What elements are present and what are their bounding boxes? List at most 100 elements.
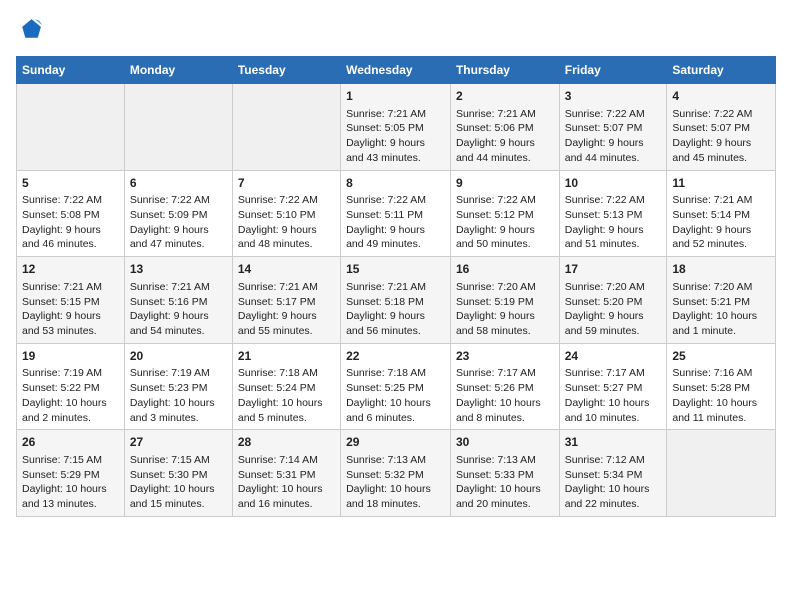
- calendar-cell: 30 Sunrise: 7:13 AM Sunset: 5:33 PM Dayli…: [450, 430, 559, 517]
- calendar-cell: [17, 84, 125, 171]
- day-number: 11: [672, 175, 770, 192]
- calendar-cell: 26 Sunrise: 7:15 AM Sunset: 5:29 PM Dayli…: [17, 430, 125, 517]
- day-info: Sunrise: 7:19 AM Sunset: 5:22 PM Dayligh…: [22, 366, 119, 425]
- calendar-cell: 27Sunrise: 7:15 AM Sunset: 5:30 PM Dayli…: [124, 430, 232, 517]
- calendar-cell: 1 Sunrise: 7:21 AM Sunset: 5:05 PM Daylig…: [341, 84, 451, 171]
- page-header: [16, 16, 776, 44]
- calendar-cell: 29 Sunrise: 7:13 AM Sunset: 5:32 PM Dayli…: [341, 430, 451, 517]
- day-number: 16: [456, 261, 554, 278]
- calendar-header-row: SundayMondayTuesdayWednesdayThursdayFrid…: [17, 57, 776, 84]
- day-number: 26: [22, 434, 119, 451]
- day-info: Sunrise: 7:20 AM Sunset: 5:21 PM Dayligh…: [672, 280, 770, 339]
- calendar-cell: 16 Sunrise: 7:20 AM Sunset: 5:19 PM Dayli…: [450, 257, 559, 344]
- day-info: Sunrise: 7:20 AM Sunset: 5:20 PM Dayligh…: [565, 280, 662, 339]
- day-info: Sunrise: 7:20 AM Sunset: 5:19 PM Dayligh…: [456, 280, 554, 339]
- calendar-week-row: 1 Sunrise: 7:21 AM Sunset: 5:05 PM Daylig…: [17, 84, 776, 171]
- logo: [16, 16, 48, 44]
- day-number: 4: [672, 88, 770, 105]
- calendar-cell: 2 Sunrise: 7:21 AM Sunset: 5:06 PM Daylig…: [450, 84, 559, 171]
- calendar-cell: 7Sunrise: 7:22 AM Sunset: 5:10 PM Daylig…: [232, 170, 340, 257]
- calendar-cell: 10Sunrise: 7:22 AM Sunset: 5:13 PM Dayli…: [559, 170, 667, 257]
- calendar-cell: 19Sunrise: 7:19 AM Sunset: 5:22 PM Dayli…: [17, 343, 125, 430]
- day-info: Sunrise: 7:21 AM Sunset: 5:16 PM Dayligh…: [130, 280, 227, 339]
- day-number: 10: [565, 175, 662, 192]
- day-number: 28: [238, 434, 335, 451]
- day-info: Sunrise: 7:17 AM Sunset: 5:27 PM Dayligh…: [565, 366, 662, 425]
- calendar-cell: 13 Sunrise: 7:21 AM Sunset: 5:16 PM Dayli…: [124, 257, 232, 344]
- day-info: Sunrise: 7:18 AM Sunset: 5:25 PM Dayligh…: [346, 366, 445, 425]
- calendar-cell: 21Sunrise: 7:18 AM Sunset: 5:24 PM Dayli…: [232, 343, 340, 430]
- day-info: Sunrise: 7:14 AM Sunset: 5:31 PM Dayligh…: [238, 453, 335, 512]
- day-number: 2: [456, 88, 554, 105]
- day-header-tuesday: Tuesday: [232, 57, 340, 84]
- day-number: 22: [346, 348, 445, 365]
- day-number: 29: [346, 434, 445, 451]
- day-number: 24: [565, 348, 662, 365]
- day-number: 3: [565, 88, 662, 105]
- calendar-week-row: 5Sunrise: 7:22 AM Sunset: 5:08 PM Daylig…: [17, 170, 776, 257]
- day-info: Sunrise: 7:21 AM Sunset: 5:05 PM Dayligh…: [346, 107, 445, 166]
- calendar-cell: 22Sunrise: 7:18 AM Sunset: 5:25 PM Dayli…: [341, 343, 451, 430]
- calendar-cell: 25Sunrise: 7:16 AM Sunset: 5:28 PM Dayli…: [667, 343, 776, 430]
- calendar-cell: 8Sunrise: 7:22 AM Sunset: 5:11 PM Daylig…: [341, 170, 451, 257]
- day-number: 23: [456, 348, 554, 365]
- day-number: 1: [346, 88, 445, 105]
- calendar-cell: 18 Sunrise: 7:20 AM Sunset: 5:21 PM Dayli…: [667, 257, 776, 344]
- day-info: Sunrise: 7:21 AM Sunset: 5:17 PM Dayligh…: [238, 280, 335, 339]
- day-number: 21: [238, 348, 335, 365]
- day-header-thursday: Thursday: [450, 57, 559, 84]
- day-info: Sunrise: 7:21 AM Sunset: 5:18 PM Dayligh…: [346, 280, 445, 339]
- calendar-week-row: 12Sunrise: 7:21 AM Sunset: 5:15 PM Dayli…: [17, 257, 776, 344]
- calendar-cell: 9Sunrise: 7:22 AM Sunset: 5:12 PM Daylig…: [450, 170, 559, 257]
- day-info: Sunrise: 7:13 AM Sunset: 5:33 PM Dayligh…: [456, 453, 554, 512]
- calendar-cell: 24Sunrise: 7:17 AM Sunset: 5:27 PM Dayli…: [559, 343, 667, 430]
- calendar-cell: [232, 84, 340, 171]
- calendar-week-row: 26 Sunrise: 7:15 AM Sunset: 5:29 PM Dayli…: [17, 430, 776, 517]
- calendar-cell: [667, 430, 776, 517]
- day-header-saturday: Saturday: [667, 57, 776, 84]
- day-number: 30: [456, 434, 554, 451]
- day-info: Sunrise: 7:21 AM Sunset: 5:06 PM Dayligh…: [456, 107, 554, 166]
- day-header-friday: Friday: [559, 57, 667, 84]
- day-number: 14: [238, 261, 335, 278]
- day-info: Sunrise: 7:22 AM Sunset: 5:07 PM Dayligh…: [565, 107, 662, 166]
- day-info: Sunrise: 7:13 AM Sunset: 5:32 PM Dayligh…: [346, 453, 445, 512]
- day-number: 7: [238, 175, 335, 192]
- day-number: 13: [130, 261, 227, 278]
- calendar-cell: 3 Sunrise: 7:22 AM Sunset: 5:07 PM Daylig…: [559, 84, 667, 171]
- day-info: Sunrise: 7:15 AM Sunset: 5:30 PM Dayligh…: [130, 453, 227, 512]
- calendar-cell: 20Sunrise: 7:19 AM Sunset: 5:23 PM Dayli…: [124, 343, 232, 430]
- day-number: 19: [22, 348, 119, 365]
- day-info: Sunrise: 7:15 AM Sunset: 5:29 PM Dayligh…: [22, 453, 119, 512]
- calendar-cell: 23Sunrise: 7:17 AM Sunset: 5:26 PM Dayli…: [450, 343, 559, 430]
- day-number: 15: [346, 261, 445, 278]
- day-header-sunday: Sunday: [17, 57, 125, 84]
- calendar-cell: 15 Sunrise: 7:21 AM Sunset: 5:18 PM Dayli…: [341, 257, 451, 344]
- day-info: Sunrise: 7:22 AM Sunset: 5:12 PM Dayligh…: [456, 193, 554, 252]
- day-number: 8: [346, 175, 445, 192]
- calendar-table: SundayMondayTuesdayWednesdayThursdayFrid…: [16, 56, 776, 517]
- calendar-cell: 28 Sunrise: 7:14 AM Sunset: 5:31 PM Dayli…: [232, 430, 340, 517]
- day-info: Sunrise: 7:22 AM Sunset: 5:11 PM Dayligh…: [346, 193, 445, 252]
- day-number: 31: [565, 434, 662, 451]
- day-number: 17: [565, 261, 662, 278]
- day-info: Sunrise: 7:17 AM Sunset: 5:26 PM Dayligh…: [456, 366, 554, 425]
- day-info: Sunrise: 7:18 AM Sunset: 5:24 PM Dayligh…: [238, 366, 335, 425]
- day-number: 9: [456, 175, 554, 192]
- day-info: Sunrise: 7:22 AM Sunset: 5:10 PM Dayligh…: [238, 193, 335, 252]
- day-info: Sunrise: 7:12 AM Sunset: 5:34 PM Dayligh…: [565, 453, 662, 512]
- day-header-monday: Monday: [124, 57, 232, 84]
- calendar-cell: 6Sunrise: 7:22 AM Sunset: 5:09 PM Daylig…: [124, 170, 232, 257]
- day-info: Sunrise: 7:22 AM Sunset: 5:07 PM Dayligh…: [672, 107, 770, 166]
- calendar-cell: 5Sunrise: 7:22 AM Sunset: 5:08 PM Daylig…: [17, 170, 125, 257]
- day-number: 25: [672, 348, 770, 365]
- day-number: 20: [130, 348, 227, 365]
- logo-icon: [16, 16, 44, 44]
- day-info: Sunrise: 7:21 AM Sunset: 5:15 PM Dayligh…: [22, 280, 119, 339]
- calendar-cell: 17 Sunrise: 7:20 AM Sunset: 5:20 PM Dayli…: [559, 257, 667, 344]
- calendar-cell: 12Sunrise: 7:21 AM Sunset: 5:15 PM Dayli…: [17, 257, 125, 344]
- day-info: Sunrise: 7:19 AM Sunset: 5:23 PM Dayligh…: [130, 366, 227, 425]
- day-number: 18: [672, 261, 770, 278]
- day-info: Sunrise: 7:16 AM Sunset: 5:28 PM Dayligh…: [672, 366, 770, 425]
- day-header-wednesday: Wednesday: [341, 57, 451, 84]
